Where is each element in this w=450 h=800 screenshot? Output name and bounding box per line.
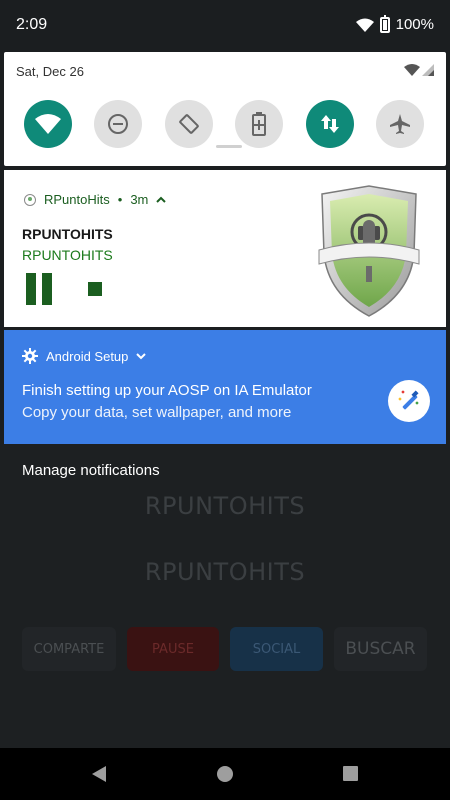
qs-battery-saver-toggle[interactable] <box>235 100 283 148</box>
qs-date: Sat, Dec 26 <box>16 64 84 79</box>
media-app-name: RPuntoHits <box>44 192 110 207</box>
stop-button[interactable] <box>88 282 102 296</box>
wifi-status-icon <box>355 18 374 32</box>
status-bar: 2:09 100% <box>0 0 450 50</box>
bg-title-2: RPUNTOHITS <box>144 558 306 586</box>
qs-wifi-toggle[interactable] <box>24 100 72 148</box>
wifi-small-icon <box>404 64 420 76</box>
drag-handle[interactable] <box>216 145 242 148</box>
quick-settings-panel: Sat, Dec 26 <box>4 52 446 166</box>
background-app: RPUNTOHITS RPUNTOHITS COMPARTE PAUSE SOC… <box>0 440 450 750</box>
media-artist: RPUNTOHITS <box>22 247 113 263</box>
magic-wand-icon <box>388 380 430 422</box>
setup-notification[interactable]: Android Setup Finish setting up your AOS… <box>4 330 446 444</box>
qs-airplane-toggle[interactable] <box>376 100 424 148</box>
cell-signal-icon <box>422 64 434 76</box>
battery-percent: 100% <box>395 16 434 33</box>
pause-bar-left <box>26 273 36 305</box>
qs-dnd-toggle[interactable] <box>94 100 142 148</box>
battery-icon <box>379 14 390 33</box>
pause-bar-right <box>42 273 52 305</box>
data-arrows-icon <box>321 115 339 133</box>
rotate-icon <box>179 114 199 134</box>
manage-notifications-button[interactable]: Manage notifications <box>22 462 160 479</box>
bg-pause-button: PAUSE <box>127 627 219 671</box>
media-separator: • <box>117 192 123 207</box>
app-small-icon <box>24 193 36 206</box>
media-notification[interactable]: RPuntoHits • 3m RPUNTOHITS RPUNTOHITS <box>4 170 446 327</box>
navigation-bar <box>0 748 450 800</box>
album-art-logo <box>318 185 420 317</box>
status-right: 100% <box>355 14 434 33</box>
recents-icon[interactable] <box>343 766 358 781</box>
battery-saver-icon <box>252 112 266 136</box>
chevron-up-icon[interactable] <box>156 196 167 204</box>
wifi-icon <box>35 114 61 134</box>
media-header: RPuntoHits • 3m <box>24 192 167 207</box>
bg-social-button: SOCIAL <box>230 627 323 671</box>
media-time: 3m <box>130 192 149 207</box>
back-icon[interactable] <box>91 765 107 783</box>
airplane-icon <box>390 114 410 134</box>
bg-share-button: COMPARTE <box>22 627 116 671</box>
qs-rotate-toggle[interactable] <box>165 100 213 148</box>
gear-icon <box>22 348 38 364</box>
dnd-icon <box>108 114 128 134</box>
chevron-down-icon[interactable] <box>136 352 147 360</box>
setup-app-name: Android Setup <box>46 348 129 364</box>
setup-header: Android Setup <box>22 348 147 364</box>
media-title: RPUNTOHITS <box>22 226 113 242</box>
signal-icons <box>404 64 434 76</box>
bg-title-1: RPUNTOHITS <box>144 492 306 520</box>
pause-button[interactable] <box>26 273 54 305</box>
setup-body: Copy your data, set wallpaper, and more <box>22 404 292 421</box>
setup-title: Finish setting up your AOSP on IA Emulat… <box>22 382 312 399</box>
status-time: 2:09 <box>16 16 48 33</box>
qs-data-toggle[interactable] <box>306 100 354 148</box>
home-icon[interactable] <box>217 766 233 782</box>
bg-search-button: BUSCAR <box>334 627 427 671</box>
